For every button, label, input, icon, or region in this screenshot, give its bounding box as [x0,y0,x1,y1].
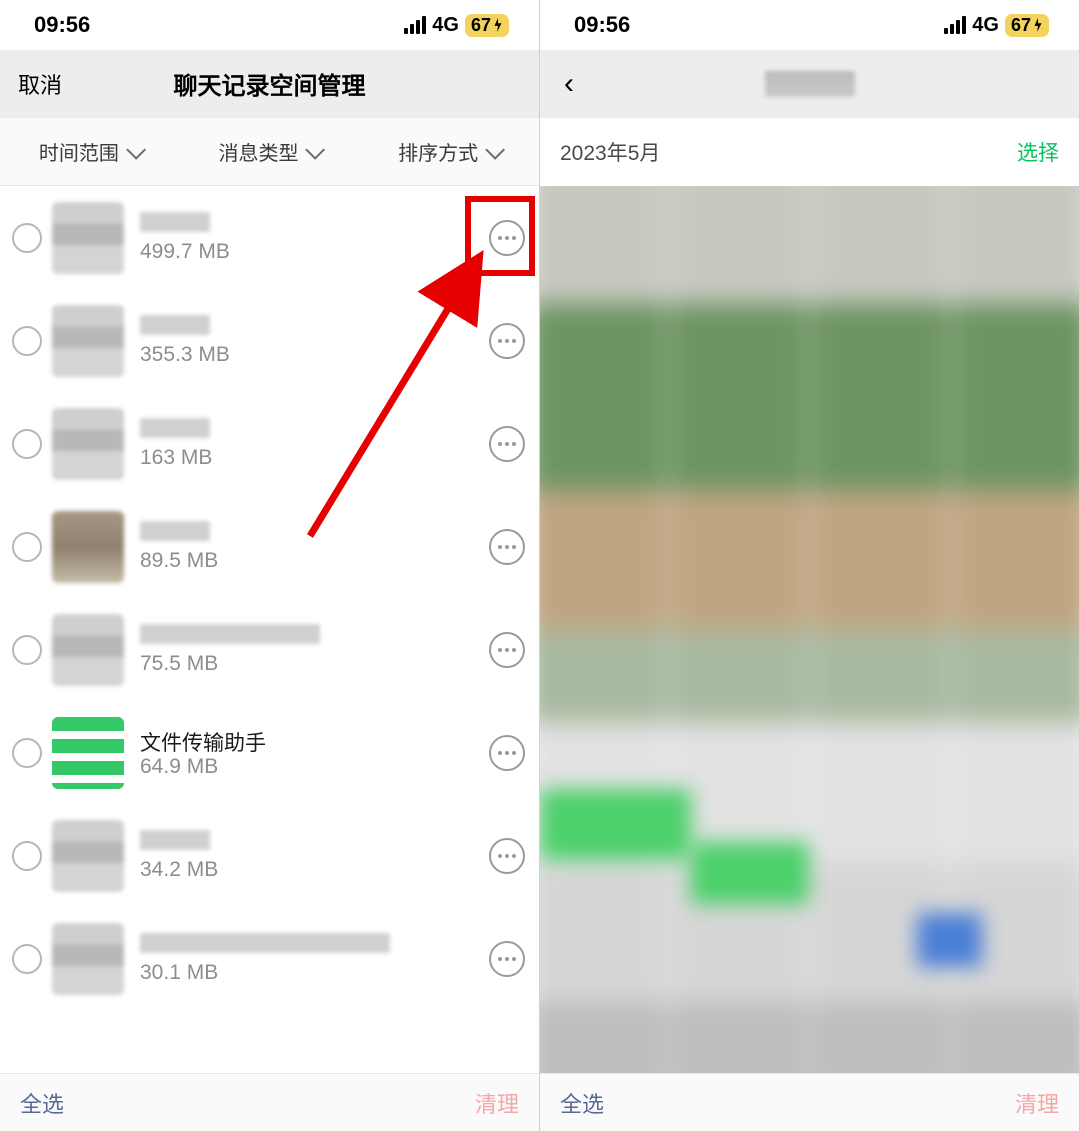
back-button[interactable]: ‹ [558,69,574,99]
avatar [52,614,124,686]
select-radio[interactable] [12,532,42,562]
battery-icon: 67 [465,14,509,37]
more-button[interactable] [489,323,525,359]
more-button[interactable] [489,735,525,771]
chat-name [140,418,489,442]
status-indicators: 4G 67 [944,14,1049,37]
avatar [52,305,124,377]
date-label: 2023年5月 [560,137,660,167]
chat-size: 163 MB [140,446,489,470]
chat-row[interactable]: 89.5 MB [0,495,539,598]
more-button[interactable] [489,838,525,874]
select-radio[interactable] [12,326,42,356]
chat-row[interactable]: 30.1 MB [0,907,539,1010]
chat-name [140,624,489,648]
clean-button[interactable]: 清理 [475,1087,519,1119]
chat-name [140,933,489,957]
chat-name [140,212,489,236]
chat-row[interactable]: 499.7 MB [0,186,539,289]
more-button[interactable] [489,941,525,977]
more-button[interactable] [489,529,525,565]
avatar [52,202,124,274]
chat-size: 30.1 MB [140,961,489,985]
chat-row[interactable]: 75.5 MB [0,598,539,701]
filter-sort-by[interactable]: 排序方式 [398,137,500,166]
avatar [52,820,124,892]
chat-name [140,830,489,854]
select-radio[interactable] [12,944,42,974]
chat-row[interactable]: 34.2 MB [0,804,539,907]
status-time: 09:56 [34,12,90,38]
chat-size: 89.5 MB [140,549,489,573]
clean-button[interactable]: 清理 [1015,1087,1059,1119]
chat-size: 499.7 MB [140,240,489,264]
signal-icon [944,16,966,34]
more-button[interactable] [489,632,525,668]
right-phone-screen: 09:56 4G 67 ‹ 2023年5月 选择 全选 清理 [540,0,1080,1131]
select-all-button[interactable]: 全选 [20,1087,64,1119]
cancel-button[interactable]: 取消 [18,68,62,100]
avatar [52,717,124,789]
nav-bar: ‹ [540,50,1079,118]
chat-row[interactable]: 文件传输助手 64.9 MB [0,701,539,804]
chat-list[interactable]: 499.7 MB 355.3 MB 163 MB [0,186,539,1073]
select-radio[interactable] [12,223,42,253]
bottom-bar: 全选 清理 [0,1073,539,1131]
filter-row: 时间范围 消息类型 排序方式 [0,118,539,186]
avatar [52,923,124,995]
select-radio[interactable] [12,738,42,768]
network-type: 4G [972,14,999,37]
page-title-redacted [765,71,855,97]
filter-message-type[interactable]: 消息类型 [218,137,320,166]
select-all-button[interactable]: 全选 [560,1087,604,1119]
more-button[interactable] [489,426,525,462]
chat-size: 355.3 MB [140,343,489,367]
more-button[interactable] [489,220,525,256]
chat-row[interactable]: 355.3 MB [0,289,539,392]
chevron-down-icon [306,139,326,159]
photo-grid[interactable] [540,186,1079,1073]
status-indicators: 4G 67 [404,14,509,37]
status-time: 09:56 [574,12,630,38]
bottom-bar: 全选 清理 [540,1073,1079,1131]
status-bar: 09:56 4G 67 [540,0,1079,50]
chevron-down-icon [126,139,146,159]
chat-row[interactable]: 163 MB [0,392,539,495]
chat-name: 文件传输助手 [140,727,489,751]
select-button[interactable]: 选择 [1017,137,1059,167]
chat-size: 75.5 MB [140,652,489,676]
date-section-header: 2023年5月 选择 [540,118,1079,186]
chat-size: 64.9 MB [140,755,489,779]
select-radio[interactable] [12,429,42,459]
battery-icon: 67 [1005,14,1049,37]
select-radio[interactable] [12,841,42,871]
status-bar: 09:56 4G 67 [0,0,539,50]
left-phone-screen: 09:56 4G 67 取消 聊天记录空间管理 时间范围 消息类型 排序方式 [0,0,540,1131]
nav-bar: 取消 聊天记录空间管理 [0,50,539,118]
chat-size: 34.2 MB [140,858,489,882]
chevron-down-icon [485,139,505,159]
select-radio[interactable] [12,635,42,665]
network-type: 4G [432,14,459,37]
filter-time-range[interactable]: 时间范围 [39,137,141,166]
chat-name [140,315,489,339]
signal-icon [404,16,426,34]
avatar [52,408,124,480]
page-title: 聊天记录空间管理 [0,66,539,101]
chat-name [140,521,489,545]
avatar [52,511,124,583]
